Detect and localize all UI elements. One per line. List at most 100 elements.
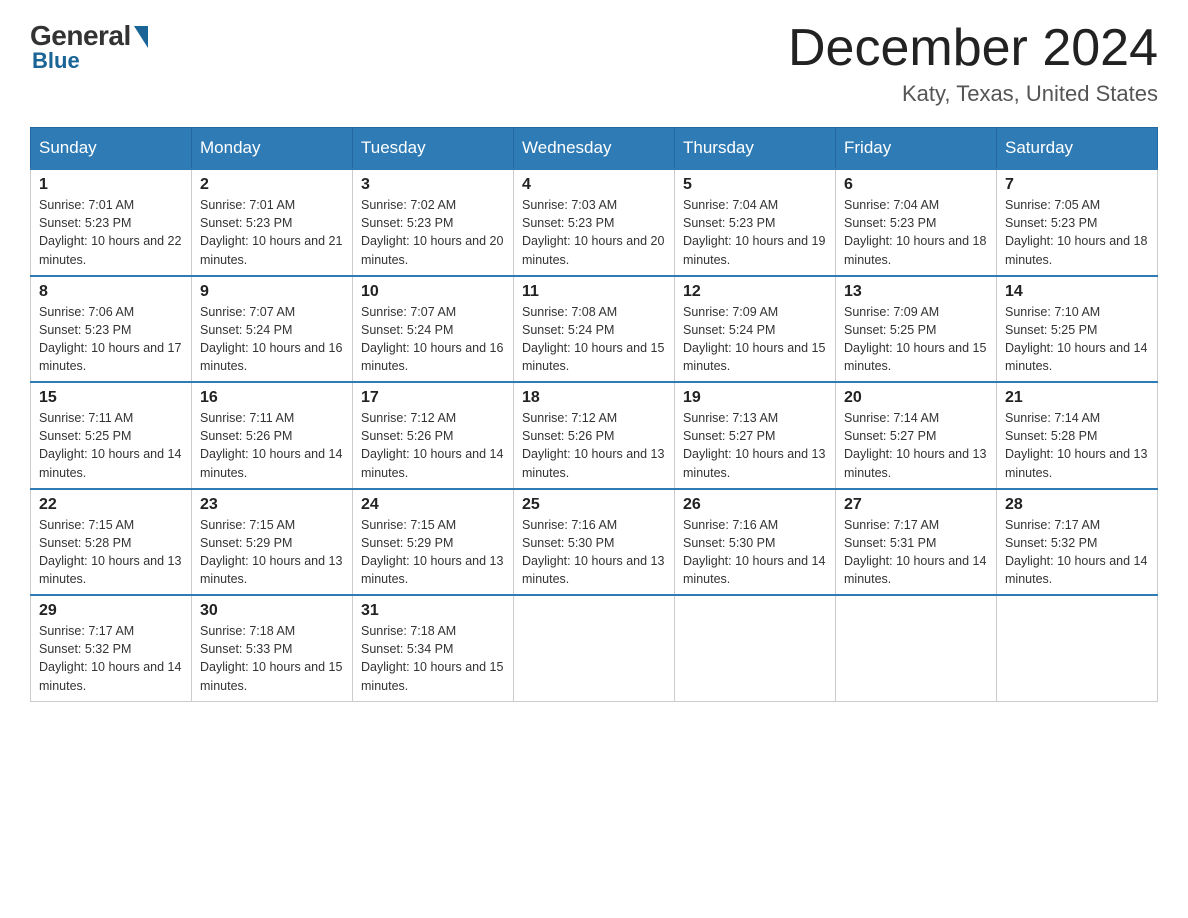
table-row: 24 Sunrise: 7:15 AMSunset: 5:29 PMDaylig…: [353, 489, 514, 596]
day-info: Sunrise: 7:01 AMSunset: 5:23 PMDaylight:…: [200, 196, 344, 269]
day-info: Sunrise: 7:18 AMSunset: 5:34 PMDaylight:…: [361, 622, 505, 695]
location-subtitle: Katy, Texas, United States: [788, 81, 1158, 107]
day-info: Sunrise: 7:03 AMSunset: 5:23 PMDaylight:…: [522, 196, 666, 269]
day-info: Sunrise: 7:11 AMSunset: 5:26 PMDaylight:…: [200, 409, 344, 482]
day-info: Sunrise: 7:07 AMSunset: 5:24 PMDaylight:…: [361, 303, 505, 376]
col-tuesday: Tuesday: [353, 128, 514, 170]
table-row: 7 Sunrise: 7:05 AMSunset: 5:23 PMDayligh…: [997, 169, 1158, 276]
day-info: Sunrise: 7:15 AMSunset: 5:29 PMDaylight:…: [200, 516, 344, 589]
table-row: 1 Sunrise: 7:01 AMSunset: 5:23 PMDayligh…: [31, 169, 192, 276]
day-number: 6: [844, 176, 988, 194]
day-number: 21: [1005, 389, 1149, 407]
day-number: 18: [522, 389, 666, 407]
logo: General Blue: [30, 20, 148, 74]
table-row: 19 Sunrise: 7:13 AMSunset: 5:27 PMDaylig…: [675, 382, 836, 489]
day-number: 23: [200, 496, 344, 514]
table-row: 3 Sunrise: 7:02 AMSunset: 5:23 PMDayligh…: [353, 169, 514, 276]
col-sunday: Sunday: [31, 128, 192, 170]
table-row: 14 Sunrise: 7:10 AMSunset: 5:25 PMDaylig…: [997, 276, 1158, 383]
month-year-title: December 2024: [788, 20, 1158, 77]
day-number: 30: [200, 602, 344, 620]
day-info: Sunrise: 7:10 AMSunset: 5:25 PMDaylight:…: [1005, 303, 1149, 376]
table-row: [997, 595, 1158, 701]
day-info: Sunrise: 7:17 AMSunset: 5:32 PMDaylight:…: [39, 622, 183, 695]
day-info: Sunrise: 7:09 AMSunset: 5:25 PMDaylight:…: [844, 303, 988, 376]
col-friday: Friday: [836, 128, 997, 170]
day-number: 14: [1005, 283, 1149, 301]
table-row: 10 Sunrise: 7:07 AMSunset: 5:24 PMDaylig…: [353, 276, 514, 383]
table-row: 9 Sunrise: 7:07 AMSunset: 5:24 PMDayligh…: [192, 276, 353, 383]
table-row: 13 Sunrise: 7:09 AMSunset: 5:25 PMDaylig…: [836, 276, 997, 383]
table-row: 17 Sunrise: 7:12 AMSunset: 5:26 PMDaylig…: [353, 382, 514, 489]
table-row: 16 Sunrise: 7:11 AMSunset: 5:26 PMDaylig…: [192, 382, 353, 489]
day-number: 13: [844, 283, 988, 301]
day-info: Sunrise: 7:01 AMSunset: 5:23 PMDaylight:…: [39, 196, 183, 269]
day-info: Sunrise: 7:17 AMSunset: 5:32 PMDaylight:…: [1005, 516, 1149, 589]
table-row: 8 Sunrise: 7:06 AMSunset: 5:23 PMDayligh…: [31, 276, 192, 383]
day-info: Sunrise: 7:06 AMSunset: 5:23 PMDaylight:…: [39, 303, 183, 376]
day-number: 10: [361, 283, 505, 301]
day-info: Sunrise: 7:12 AMSunset: 5:26 PMDaylight:…: [361, 409, 505, 482]
day-info: Sunrise: 7:12 AMSunset: 5:26 PMDaylight:…: [522, 409, 666, 482]
table-row: 2 Sunrise: 7:01 AMSunset: 5:23 PMDayligh…: [192, 169, 353, 276]
calendar-table: Sunday Monday Tuesday Wednesday Thursday…: [30, 127, 1158, 702]
table-row: 31 Sunrise: 7:18 AMSunset: 5:34 PMDaylig…: [353, 595, 514, 701]
table-row: 30 Sunrise: 7:18 AMSunset: 5:33 PMDaylig…: [192, 595, 353, 701]
day-number: 28: [1005, 496, 1149, 514]
table-row: [675, 595, 836, 701]
day-info: Sunrise: 7:05 AMSunset: 5:23 PMDaylight:…: [1005, 196, 1149, 269]
day-number: 16: [200, 389, 344, 407]
day-info: Sunrise: 7:11 AMSunset: 5:25 PMDaylight:…: [39, 409, 183, 482]
day-number: 17: [361, 389, 505, 407]
day-number: 25: [522, 496, 666, 514]
day-number: 1: [39, 176, 183, 194]
table-row: [836, 595, 997, 701]
day-info: Sunrise: 7:18 AMSunset: 5:33 PMDaylight:…: [200, 622, 344, 695]
calendar-week-row: 15 Sunrise: 7:11 AMSunset: 5:25 PMDaylig…: [31, 382, 1158, 489]
col-saturday: Saturday: [997, 128, 1158, 170]
day-info: Sunrise: 7:16 AMSunset: 5:30 PMDaylight:…: [522, 516, 666, 589]
day-info: Sunrise: 7:02 AMSunset: 5:23 PMDaylight:…: [361, 196, 505, 269]
calendar-week-row: 29 Sunrise: 7:17 AMSunset: 5:32 PMDaylig…: [31, 595, 1158, 701]
day-number: 12: [683, 283, 827, 301]
day-number: 29: [39, 602, 183, 620]
table-row: [514, 595, 675, 701]
table-row: 20 Sunrise: 7:14 AMSunset: 5:27 PMDaylig…: [836, 382, 997, 489]
day-number: 4: [522, 176, 666, 194]
table-row: 28 Sunrise: 7:17 AMSunset: 5:32 PMDaylig…: [997, 489, 1158, 596]
table-row: 23 Sunrise: 7:15 AMSunset: 5:29 PMDaylig…: [192, 489, 353, 596]
table-row: 5 Sunrise: 7:04 AMSunset: 5:23 PMDayligh…: [675, 169, 836, 276]
day-info: Sunrise: 7:15 AMSunset: 5:28 PMDaylight:…: [39, 516, 183, 589]
table-row: 15 Sunrise: 7:11 AMSunset: 5:25 PMDaylig…: [31, 382, 192, 489]
table-row: 26 Sunrise: 7:16 AMSunset: 5:30 PMDaylig…: [675, 489, 836, 596]
table-row: 25 Sunrise: 7:16 AMSunset: 5:30 PMDaylig…: [514, 489, 675, 596]
day-info: Sunrise: 7:13 AMSunset: 5:27 PMDaylight:…: [683, 409, 827, 482]
calendar-header-row: Sunday Monday Tuesday Wednesday Thursday…: [31, 128, 1158, 170]
day-info: Sunrise: 7:09 AMSunset: 5:24 PMDaylight:…: [683, 303, 827, 376]
title-area: December 2024 Katy, Texas, United States: [788, 20, 1158, 107]
table-row: 21 Sunrise: 7:14 AMSunset: 5:28 PMDaylig…: [997, 382, 1158, 489]
table-row: 11 Sunrise: 7:08 AMSunset: 5:24 PMDaylig…: [514, 276, 675, 383]
table-row: 22 Sunrise: 7:15 AMSunset: 5:28 PMDaylig…: [31, 489, 192, 596]
day-number: 19: [683, 389, 827, 407]
day-number: 8: [39, 283, 183, 301]
calendar-week-row: 8 Sunrise: 7:06 AMSunset: 5:23 PMDayligh…: [31, 276, 1158, 383]
day-number: 5: [683, 176, 827, 194]
table-row: 18 Sunrise: 7:12 AMSunset: 5:26 PMDaylig…: [514, 382, 675, 489]
day-info: Sunrise: 7:14 AMSunset: 5:28 PMDaylight:…: [1005, 409, 1149, 482]
calendar-week-row: 22 Sunrise: 7:15 AMSunset: 5:28 PMDaylig…: [31, 489, 1158, 596]
day-info: Sunrise: 7:07 AMSunset: 5:24 PMDaylight:…: [200, 303, 344, 376]
day-number: 7: [1005, 176, 1149, 194]
day-number: 26: [683, 496, 827, 514]
table-row: 27 Sunrise: 7:17 AMSunset: 5:31 PMDaylig…: [836, 489, 997, 596]
day-number: 11: [522, 283, 666, 301]
page-header: General Blue December 2024 Katy, Texas, …: [30, 20, 1158, 107]
col-monday: Monday: [192, 128, 353, 170]
day-info: Sunrise: 7:14 AMSunset: 5:27 PMDaylight:…: [844, 409, 988, 482]
day-number: 22: [39, 496, 183, 514]
day-info: Sunrise: 7:16 AMSunset: 5:30 PMDaylight:…: [683, 516, 827, 589]
calendar-week-row: 1 Sunrise: 7:01 AMSunset: 5:23 PMDayligh…: [31, 169, 1158, 276]
logo-arrow-icon: [134, 26, 148, 48]
day-info: Sunrise: 7:04 AMSunset: 5:23 PMDaylight:…: [844, 196, 988, 269]
day-number: 2: [200, 176, 344, 194]
